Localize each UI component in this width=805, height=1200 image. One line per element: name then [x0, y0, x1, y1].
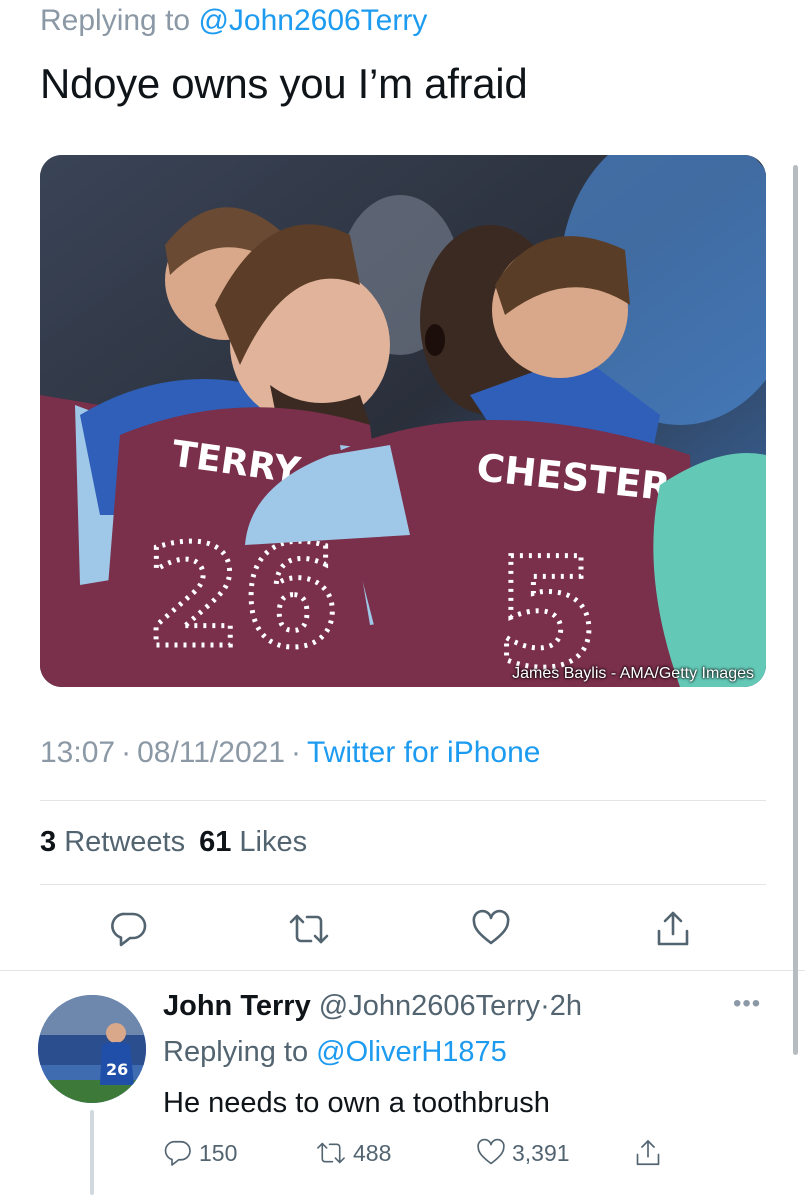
divider — [40, 800, 766, 801]
tweet-date: 08/11/2021 — [137, 736, 285, 769]
reply-likes-count: 3,391 — [512, 1139, 570, 1166]
reply-icon — [164, 1140, 191, 1166]
reply-header: John Terry @John2606Terry·2h — [163, 990, 582, 1022]
avatar-number: 26 — [106, 1060, 128, 1079]
like-icon — [477, 1138, 505, 1165]
reply-replies-count: 150 — [199, 1139, 238, 1166]
scrollbar[interactable] — [793, 165, 798, 1055]
retweet-icon — [317, 1142, 345, 1164]
reply-replying-handle-link[interactable]: @OliverH1875 — [316, 1036, 507, 1068]
retweets-stat[interactable]: 3 Retweets — [40, 826, 185, 858]
section-divider — [0, 970, 805, 971]
photo-credit: James Baylis - AMA/Getty Images — [512, 665, 754, 682]
reply-author-name[interactable]: John Terry — [163, 990, 311, 1022]
tweet-text: Ndoye owns you I’m afraid — [40, 60, 528, 107]
avatar-photo: 26 — [38, 995, 146, 1103]
tweet-photo[interactable]: TERRY 26 CHESTER 5 James Baylis - AMA/Ge… — [40, 155, 766, 687]
like-icon — [472, 909, 510, 945]
likes-stat[interactable]: 61 Likes — [199, 826, 307, 858]
reply-author-handle[interactable]: @John2606Terry — [319, 990, 540, 1022]
like-button[interactable] — [468, 906, 514, 952]
reply-replying-line: Replying to @OliverH1875 — [163, 1036, 507, 1069]
football-photo-illustration: TERRY 26 CHESTER 5 — [40, 155, 766, 687]
retweet-icon — [289, 914, 329, 944]
retweets-label: Retweets — [64, 826, 186, 858]
share-icon — [636, 1140, 660, 1166]
avatar[interactable]: 26 — [38, 995, 146, 1103]
reply-button[interactable] — [106, 906, 152, 952]
tweet-source-link[interactable]: Twitter for iPhone — [307, 736, 540, 769]
reply-reply-button[interactable]: 150 — [163, 1138, 237, 1168]
more-options-icon[interactable]: ••• — [733, 990, 761, 1018]
retweet-button[interactable] — [286, 906, 332, 952]
replying-handle-link[interactable]: @John2606Terry — [198, 4, 427, 37]
reply-replying-prefix: Replying to — [163, 1036, 309, 1068]
reply-icon — [111, 912, 147, 947]
tweet-stats: 3 Retweets 61 Likes — [40, 826, 307, 859]
reply-time: 2h — [549, 990, 582, 1022]
reply-share-button[interactable] — [633, 1138, 669, 1168]
likes-label: Likes — [239, 826, 308, 858]
share-icon — [657, 911, 689, 946]
likes-count: 61 — [199, 826, 232, 858]
tweet-meta: 13:07 · 08/11/2021 · Twitter for iPhone — [40, 736, 541, 769]
reply-text: He needs to own a toothbrush — [163, 1087, 550, 1119]
jersey-number-right: 5 — [495, 527, 599, 687]
retweets-count: 3 — [40, 826, 57, 858]
thread-line — [90, 1110, 94, 1195]
replying-to-line: Replying to @John2606Terry — [40, 4, 427, 38]
reply-retweets-count: 488 — [353, 1139, 392, 1166]
share-button[interactable] — [650, 906, 696, 952]
tweet-time: 13:07 — [40, 736, 116, 769]
reply-retweet-button[interactable]: 488 — [315, 1138, 391, 1168]
replying-prefix: Replying to — [40, 4, 191, 37]
divider — [40, 884, 766, 885]
reply-like-button[interactable]: 3,391 — [476, 1138, 570, 1168]
